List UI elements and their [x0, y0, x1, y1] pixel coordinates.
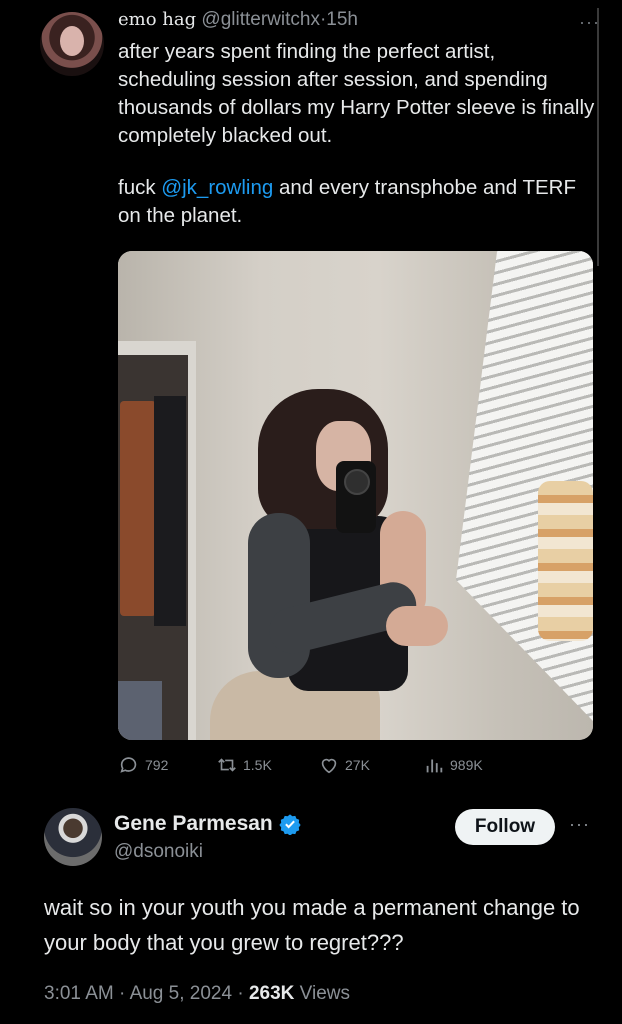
- display-name[interactable]: emo hag: [118, 9, 196, 30]
- avatar[interactable]: [44, 808, 102, 866]
- follow-button[interactable]: Follow: [455, 809, 555, 845]
- post-time[interactable]: 3:01 AM: [44, 983, 114, 1004]
- tweet-paragraph-1: after years spent finding the perfect ar…: [118, 40, 595, 147]
- user-handle[interactable]: @dsonoiki: [114, 841, 203, 863]
- tweet-paragraph-2: fuck @jk_rowling and every transphobe an…: [118, 174, 598, 230]
- like-icon: [321, 758, 337, 774]
- views-button[interactable]: 989K: [423, 754, 483, 776]
- tweet-meta: 3:01 AM · Aug 5, 2024 · 263K Views: [44, 983, 350, 1005]
- timestamp[interactable]: 15h: [326, 9, 358, 30]
- separator: ·: [237, 983, 244, 1004]
- reply-button[interactable]: 792: [118, 754, 168, 776]
- avatar[interactable]: [40, 12, 104, 76]
- reply-count: 792: [145, 757, 169, 773]
- display-name[interactable]: Gene Parmesan: [114, 812, 273, 836]
- separator: ·: [119, 983, 126, 1004]
- retweet-button[interactable]: 1.5K: [216, 754, 272, 776]
- like-count: 27K: [345, 757, 370, 773]
- post-date[interactable]: Aug 5, 2024: [130, 983, 232, 1004]
- views-icon: [426, 759, 443, 773]
- retweet-icon: [218, 758, 236, 772]
- retweet-count: 1.5K: [243, 757, 272, 773]
- reply-icon: [120, 757, 137, 773]
- reply-name-row: Gene Parmesan: [114, 812, 301, 836]
- like-button[interactable]: 27K: [318, 754, 370, 776]
- verified-badge-icon: [279, 814, 301, 835]
- action-bar: 792 1.5K 27K 989K: [118, 754, 593, 780]
- more-icon[interactable]: ···: [569, 814, 590, 835]
- tweet-photo[interactable]: [118, 251, 593, 740]
- views-count: 263K: [248, 983, 295, 1004]
- tweet-header: emo hag @glitterwitchx·15h: [118, 9, 358, 31]
- views-count: 989K: [450, 757, 483, 773]
- views-label: Views: [299, 983, 350, 1004]
- tweet-text-fragment: fuck: [118, 176, 162, 199]
- mention-link[interactable]: @jk_rowling: [161, 176, 273, 199]
- user-handle[interactable]: @glitterwitchx: [201, 9, 320, 30]
- reply-text: wait so in your youth you made a permane…: [44, 895, 580, 955]
- tweet-text: after years spent finding the perfect ar…: [118, 38, 598, 230]
